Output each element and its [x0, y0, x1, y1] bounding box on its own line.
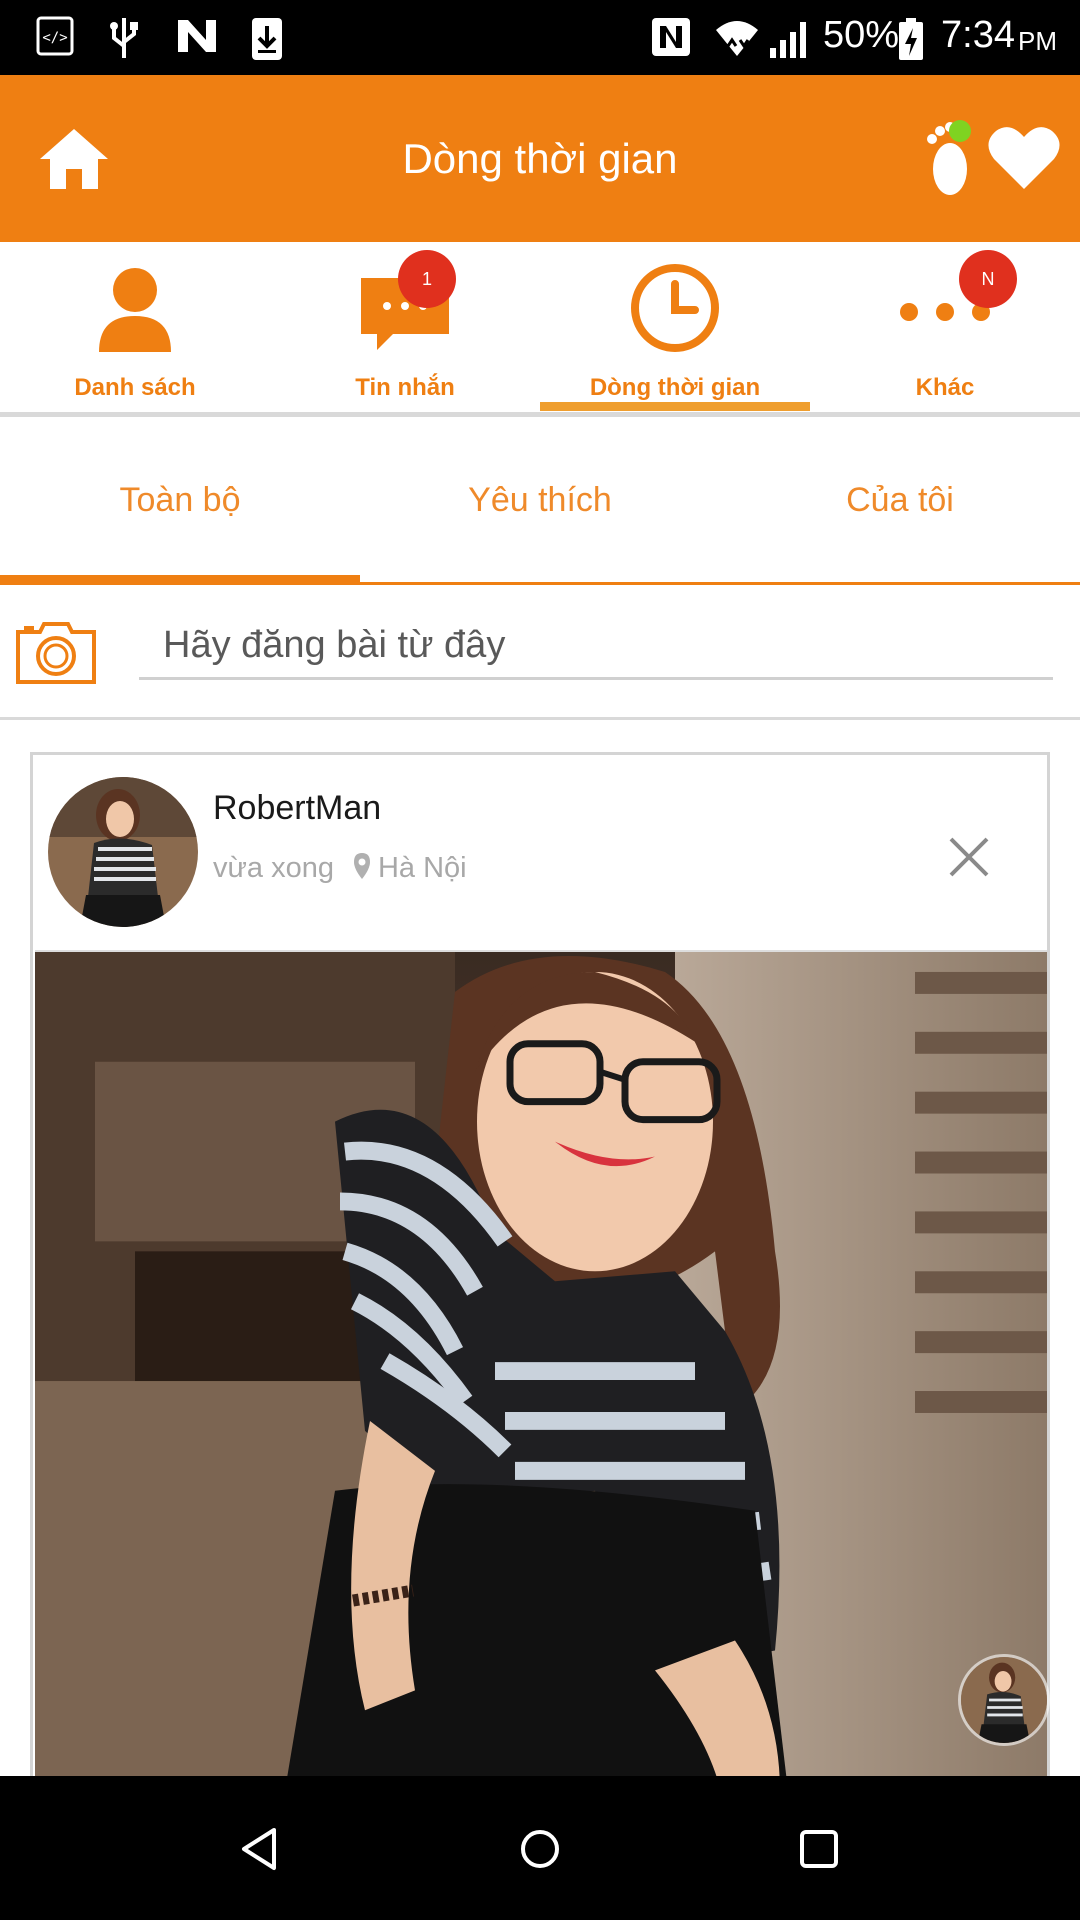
home-icon[interactable]	[38, 127, 110, 191]
timeline-feed: RobertMan vừa xong Hà Nội	[0, 720, 1080, 1852]
post-username[interactable]: RobertMan	[213, 789, 381, 828]
nav-label: Tin nhắn	[355, 374, 455, 401]
active-tab-indicator	[540, 402, 810, 411]
tab-label: Yêu thích	[468, 481, 612, 519]
post-time: vừa xong	[213, 852, 334, 884]
tab-toan-bo[interactable]: Toàn bộ	[0, 417, 360, 583]
post-photo[interactable]	[35, 950, 1047, 1850]
camera-icon[interactable]	[14, 618, 98, 686]
timeline-filter-tabs: Toàn bộ Yêu thích Của tôi	[0, 417, 1080, 585]
back-icon[interactable]	[236, 1824, 286, 1874]
footprint-icon[interactable]	[920, 117, 982, 197]
battery-percent: 50%	[823, 14, 900, 56]
battery-charging-icon	[899, 18, 923, 60]
nav-label: Khác	[915, 374, 975, 401]
nav-item-dong-thoi-gian[interactable]: Dòng thời gian	[540, 242, 810, 412]
nav-item-danh-sach[interactable]: Danh sách	[0, 242, 270, 412]
person-icon	[99, 268, 171, 352]
new-badge: N	[959, 250, 1017, 308]
nfc-icon	[652, 18, 690, 56]
unread-badge: 1	[398, 250, 456, 308]
user-avatar[interactable]	[48, 777, 198, 927]
main-navigation: Danh sách 1 Tin nhắn Dòng thời gian N Kh…	[0, 242, 1080, 417]
wifi-icon	[716, 21, 758, 56]
post-location: Hà Nội	[377, 852, 467, 884]
post-input[interactable]: Hãy đăng bài từ đây	[139, 618, 1053, 680]
developer-mode-icon: </>	[36, 16, 74, 56]
nav-item-khac[interactable]: N Khác	[810, 242, 1080, 412]
home-button-icon[interactable]	[515, 1824, 565, 1874]
post-meta: vừa xong Hà Nội	[213, 851, 467, 885]
system-navigation-bar	[0, 1776, 1080, 1920]
floating-chat-avatar[interactable]	[958, 1654, 1050, 1746]
heart-icon[interactable]	[988, 125, 1060, 191]
post-card: RobertMan vừa xong Hà Nội	[30, 752, 1050, 1852]
recents-icon[interactable]	[794, 1824, 844, 1874]
clock-time: 7:34	[941, 14, 1015, 56]
post-composer: Hãy đăng bài từ đây	[0, 588, 1080, 720]
n-notification-icon	[178, 20, 216, 52]
nav-item-tin-nhan[interactable]: 1 Tin nhắn	[270, 242, 540, 412]
location-pin-icon	[353, 853, 370, 879]
nav-label: Danh sách	[74, 374, 196, 401]
nav-label: Dòng thời gian	[589, 374, 761, 401]
post-input-placeholder: Hãy đăng bài từ đây	[163, 624, 506, 666]
tab-cua-toi[interactable]: Của tôi	[720, 417, 1080, 582]
clock-ampm: PM	[1018, 26, 1057, 56]
svg-text:</>: </>	[42, 30, 67, 46]
app-toolbar: Dòng thời gian	[0, 75, 1080, 242]
tab-label: Của tôi	[846, 481, 954, 519]
download-icon	[252, 18, 282, 60]
page-title: Dòng thời gian	[402, 135, 678, 182]
status-bar: </> 50% 7:34 PM	[0, 0, 1080, 75]
signal-icon	[770, 22, 806, 58]
tab-yeu-thich[interactable]: Yêu thích	[360, 417, 720, 582]
active-tab-indicator	[0, 575, 360, 583]
tab-label: Toàn bộ	[119, 481, 241, 519]
usb-icon	[110, 18, 138, 58]
close-icon[interactable]	[947, 835, 991, 879]
clock-icon	[631, 264, 719, 352]
